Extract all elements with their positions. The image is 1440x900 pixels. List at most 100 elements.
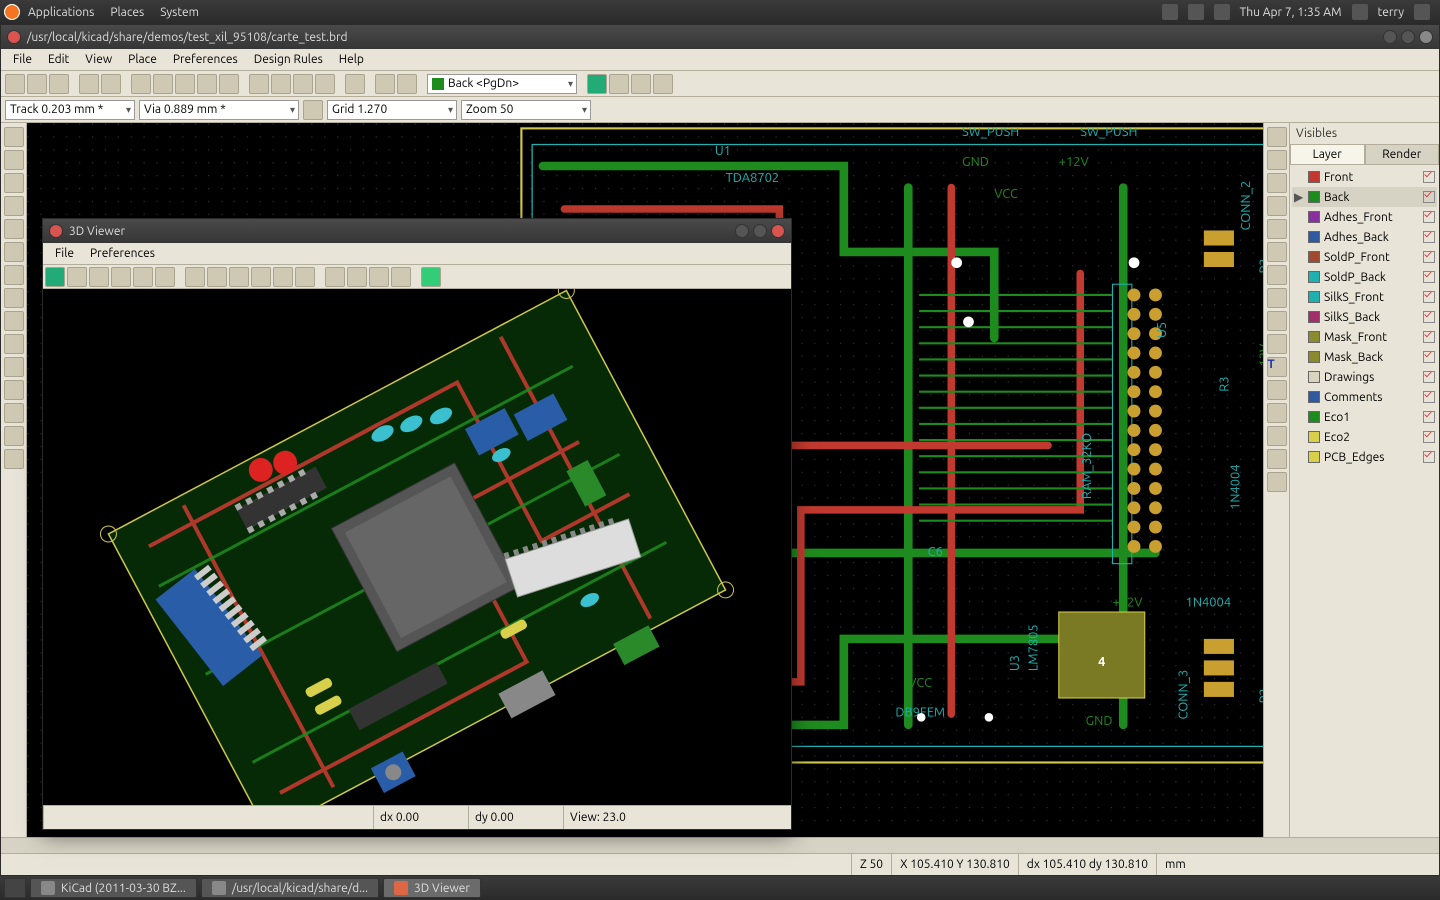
move-left-icon[interactable] bbox=[325, 267, 345, 287]
reload-icon[interactable] bbox=[45, 267, 65, 287]
add-module-icon[interactable] bbox=[1267, 196, 1287, 216]
find-icon[interactable] bbox=[345, 74, 365, 94]
horizontal-scrollbar[interactable] bbox=[1, 837, 1439, 853]
close-icon[interactable] bbox=[49, 224, 63, 238]
print-icon[interactable] bbox=[197, 74, 217, 94]
zoom-redraw-icon[interactable] bbox=[155, 267, 175, 287]
undo-icon[interactable] bbox=[153, 74, 173, 94]
layer-row-mask_front[interactable]: Mask_Front bbox=[1292, 327, 1437, 347]
taskbar-pcbnew[interactable]: /usr/local/kicad/share/d... bbox=[201, 878, 379, 898]
module-icon[interactable] bbox=[609, 74, 629, 94]
script-icon[interactable] bbox=[653, 74, 673, 94]
layer-row-soldp_front[interactable]: SoldP_Front bbox=[1292, 247, 1437, 267]
layer-visibility-checkbox[interactable] bbox=[1423, 271, 1435, 283]
layer-visibility-checkbox[interactable] bbox=[1423, 391, 1435, 403]
via-size-combo[interactable]: Via 0.889 mm * bbox=[139, 100, 299, 120]
polar-icon[interactable] bbox=[4, 173, 24, 193]
layer-row-comments[interactable]: Comments bbox=[1292, 387, 1437, 407]
rotate-z-neg-icon[interactable] bbox=[273, 267, 293, 287]
menu-preferences[interactable]: Preferences bbox=[165, 53, 246, 66]
user-name[interactable]: terry bbox=[1378, 6, 1404, 19]
grid-combo[interactable]: Grid 1.270 bbox=[327, 100, 457, 120]
layer-row-adhes_back[interactable]: Adhes_Back bbox=[1292, 227, 1437, 247]
show-desktop-icon[interactable] bbox=[4, 878, 26, 898]
add-line-icon[interactable] bbox=[1267, 288, 1287, 308]
open-icon[interactable] bbox=[27, 74, 47, 94]
3d-viewer-window[interactable]: 3D Viewer File Preferences bbox=[42, 218, 792, 830]
redo-icon[interactable] bbox=[175, 74, 195, 94]
rotate-x-pos-icon[interactable] bbox=[207, 267, 227, 287]
layer-row-pcb_edges[interactable]: PCB_Edges bbox=[1292, 447, 1437, 467]
save-icon[interactable] bbox=[49, 74, 69, 94]
rotate-y-neg-icon[interactable] bbox=[229, 267, 249, 287]
keyboard-icon[interactable] bbox=[1162, 4, 1178, 20]
menu-design-rules[interactable]: Design Rules bbox=[246, 53, 331, 66]
delete-icon[interactable] bbox=[1267, 426, 1287, 446]
contrast-icon[interactable] bbox=[4, 403, 24, 423]
layer-visibility-checkbox[interactable] bbox=[1423, 191, 1435, 203]
zoom-in-icon[interactable] bbox=[249, 74, 269, 94]
add-keepout-icon[interactable] bbox=[1267, 265, 1287, 285]
menu-preferences[interactable]: Preferences bbox=[82, 247, 163, 260]
layer-row-adhes_front[interactable]: Adhes_Front bbox=[1292, 207, 1437, 227]
add-track-icon[interactable] bbox=[1267, 219, 1287, 239]
3d-canvas[interactable] bbox=[43, 289, 791, 805]
system-menu[interactable]: System bbox=[152, 6, 207, 19]
3d-viewer-titlebar[interactable]: 3D Viewer bbox=[43, 219, 791, 243]
minimize-icon[interactable] bbox=[735, 224, 749, 238]
mail-icon[interactable] bbox=[1214, 4, 1230, 20]
menu-help[interactable]: Help bbox=[331, 53, 372, 66]
menu-file[interactable]: File bbox=[5, 53, 40, 66]
arrow-icon[interactable] bbox=[1267, 127, 1287, 147]
zoom-combo[interactable]: Zoom 50 bbox=[461, 100, 591, 120]
tab-layer[interactable]: Layer bbox=[1290, 144, 1365, 164]
layer-visibility-checkbox[interactable] bbox=[1423, 311, 1435, 323]
close-icon[interactable] bbox=[771, 224, 785, 238]
move-right-icon[interactable] bbox=[347, 267, 367, 287]
offset-icon[interactable] bbox=[1267, 449, 1287, 469]
layer-visibility-checkbox[interactable] bbox=[1423, 431, 1435, 443]
clock-label[interactable]: Thu Apr 7, 1:35 AM bbox=[1240, 6, 1342, 19]
layer-visibility-checkbox[interactable] bbox=[1423, 411, 1435, 423]
netlist-icon[interactable] bbox=[375, 74, 395, 94]
add-target-icon[interactable] bbox=[1267, 403, 1287, 423]
grid-origin-icon[interactable] bbox=[1267, 472, 1287, 492]
show-zones-icon[interactable] bbox=[4, 311, 24, 331]
zoom-in-icon[interactable] bbox=[89, 267, 109, 287]
move-up-icon[interactable] bbox=[369, 267, 389, 287]
module-editor-icon[interactable] bbox=[101, 74, 121, 94]
cursor-shape-icon[interactable] bbox=[4, 242, 24, 262]
3d-viewer-icon[interactable] bbox=[587, 74, 607, 94]
plot-icon[interactable] bbox=[219, 74, 239, 94]
layer-combo[interactable]: Back <PgDn> bbox=[427, 74, 577, 94]
new-icon[interactable] bbox=[5, 74, 25, 94]
layer-visibility-checkbox[interactable] bbox=[1423, 371, 1435, 383]
units-in-icon[interactable] bbox=[4, 196, 24, 216]
taskbar-kicad[interactable]: KiCad (2011-03-30 BZ... bbox=[30, 878, 197, 898]
pad-fill-icon[interactable] bbox=[4, 334, 24, 354]
minimize-icon[interactable] bbox=[1383, 30, 1397, 44]
ortho-icon[interactable] bbox=[421, 267, 441, 287]
layer-visibility-checkbox[interactable] bbox=[1423, 291, 1435, 303]
menu-edit[interactable]: Edit bbox=[40, 53, 77, 66]
layer-visibility-checkbox[interactable] bbox=[1423, 331, 1435, 343]
highlight-net-icon[interactable] bbox=[1267, 150, 1287, 170]
layer-row-front[interactable]: Front bbox=[1292, 167, 1437, 187]
layer-row-soldp_back[interactable]: SoldP_Back bbox=[1292, 267, 1437, 287]
layers-toolbar-icon[interactable] bbox=[4, 426, 24, 446]
zoom-out-icon[interactable] bbox=[271, 74, 291, 94]
pcbnew-titlebar[interactable]: /usr/local/kicad/share/demos/test_xil_95… bbox=[1, 25, 1439, 49]
auto-track-icon[interactable] bbox=[303, 100, 323, 120]
applications-menu[interactable]: Applications bbox=[20, 6, 102, 19]
rotate-x-neg-icon[interactable] bbox=[185, 267, 205, 287]
zoom-fit-icon[interactable] bbox=[133, 267, 153, 287]
cut-icon[interactable] bbox=[131, 74, 151, 94]
footprint-icon[interactable] bbox=[631, 74, 651, 94]
volume-icon[interactable] bbox=[1188, 4, 1204, 20]
drc-off-icon[interactable] bbox=[4, 127, 24, 147]
power-icon[interactable] bbox=[1414, 4, 1430, 20]
places-menu[interactable]: Places bbox=[102, 6, 152, 19]
units-mm-icon[interactable] bbox=[4, 219, 24, 239]
via-fill-icon[interactable] bbox=[4, 357, 24, 377]
taskbar-3dviewer[interactable]: 3D Viewer bbox=[383, 878, 481, 898]
